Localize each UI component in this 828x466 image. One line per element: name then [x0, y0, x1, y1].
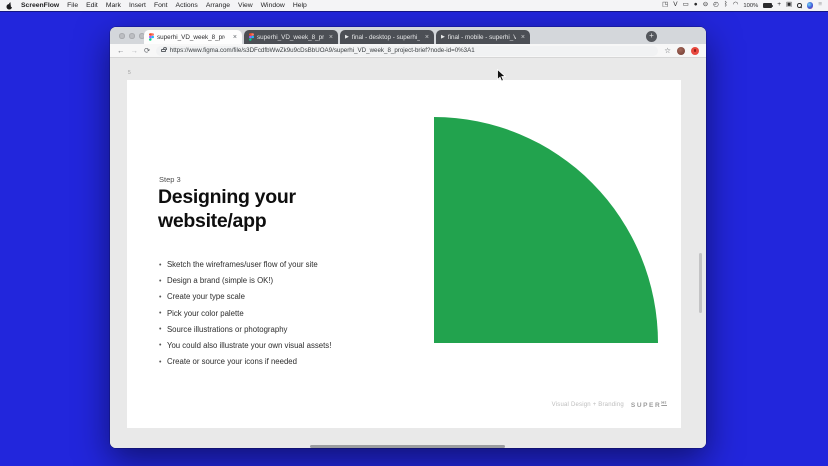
menu-file[interactable]: File: [67, 2, 78, 9]
tab-project-v2[interactable]: superhi_VD_week_8_project_v... ×: [244, 30, 338, 44]
play-icon: ▶: [441, 34, 445, 40]
close-tab-icon[interactable]: ×: [231, 34, 237, 41]
slide-title-line2: website/app: [158, 210, 296, 234]
tab-title: final - desktop - superhi_VI...: [352, 34, 420, 41]
slide-title-line1: Designing your: [158, 186, 296, 210]
airplay-icon[interactable]: ▣: [786, 2, 792, 9]
tab-final-mobile[interactable]: ▶ final - mobile - superhi_VD... ×: [436, 30, 530, 44]
close-window-button[interactable]: [119, 33, 125, 39]
tab-title: superhi_VD_week_8_project-...: [157, 34, 225, 41]
spotlight-search-icon[interactable]: [797, 3, 802, 8]
slide-title: Designing your website/app: [158, 186, 296, 233]
do-not-disturb-icon[interactable]: ⊖: [703, 2, 708, 9]
bullet-item: Create your type scale: [159, 292, 331, 308]
apple-icon[interactable]: [6, 2, 13, 10]
frame-label[interactable]: 5: [128, 70, 131, 76]
new-tab-button[interactable]: +: [646, 31, 657, 42]
browser-window: superhi_VD_week_8_project-... × superhi: [110, 27, 706, 448]
slide-footer: Visual Design + Branding SUPERHI: [127, 400, 667, 409]
display-icon[interactable]: ▭: [683, 2, 689, 9]
toolbar: ← → ⟳ https://www.figma.com/file/s3DFcdf…: [110, 44, 706, 58]
desktop: ScreenFlow File Edit Mark Insert Font Ac…: [0, 0, 828, 466]
plus-icon[interactable]: +: [777, 2, 781, 9]
window-controls: [119, 33, 145, 39]
dot-status-icon[interactable]: ●: [694, 2, 698, 9]
slide-frame: Step 3 Designing your website/app Sketch…: [127, 80, 681, 428]
tab-title: superhi_VD_week_8_project_v...: [257, 34, 324, 41]
figma-icon: [149, 30, 154, 44]
battery-icon[interactable]: [763, 3, 772, 8]
back-button[interactable]: ←: [117, 47, 125, 55]
minimize-window-button[interactable]: [129, 33, 135, 39]
quarter-circle-shape: [434, 117, 658, 343]
bullet-item: Design a brand (simple is OK!): [159, 276, 331, 292]
vpn-icon[interactable]: V: [673, 2, 677, 9]
close-tab-icon[interactable]: ×: [327, 34, 333, 41]
menu-insert[interactable]: Insert: [129, 2, 146, 9]
figma-icon: [249, 30, 254, 44]
close-tab-icon[interactable]: ×: [423, 34, 429, 41]
reload-button[interactable]: ⟳: [144, 47, 150, 55]
menu-arrange[interactable]: Arrange: [206, 2, 230, 9]
url-text: https://www.figma.com/file/s3DFcdfbWwZk9…: [170, 47, 475, 54]
vertical-scrollbar[interactable]: [699, 253, 702, 313]
bullet-item: Pick your color palette: [159, 309, 331, 325]
profile-avatar[interactable]: [677, 47, 685, 55]
record-extension-icon[interactable]: [691, 47, 699, 55]
lock-icon: [161, 49, 166, 53]
mouse-cursor: [497, 69, 506, 87]
menu-view[interactable]: View: [238, 2, 253, 9]
forward-button[interactable]: →: [131, 47, 139, 55]
bookmark-star-icon[interactable]: ☆: [664, 46, 671, 55]
bullet-item: Source illustrations or photography: [159, 325, 331, 341]
bluetooth-icon[interactable]: ᛒ: [724, 2, 728, 9]
address-bar[interactable]: https://www.figma.com/file/s3DFcdfbWwZk9…: [156, 46, 658, 56]
close-tab-icon[interactable]: ×: [519, 34, 525, 41]
tab-title: final - mobile - superhi_VD...: [448, 34, 516, 41]
superhi-logo: SUPERHI: [631, 400, 667, 409]
menu-mark[interactable]: Mark: [106, 2, 121, 9]
siri-icon[interactable]: [807, 2, 814, 9]
horizontal-scrollbar[interactable]: [310, 445, 505, 448]
display-capture-icon[interactable]: ◳: [662, 2, 668, 9]
tab-strip: superhi_VD_week_8_project-... × superhi: [110, 27, 706, 44]
tab-final-desktop[interactable]: ▶ final - desktop - superhi_VI... ×: [340, 30, 434, 44]
bullet-item: Create or source your icons if needed: [159, 357, 331, 373]
menu-help[interactable]: Help: [293, 2, 307, 9]
step-label: Step 3: [159, 175, 181, 184]
menu-edit[interactable]: Edit: [86, 2, 98, 9]
footer-course-label: Visual Design + Branding: [552, 402, 624, 408]
figma-canvas[interactable]: 5 Step 3 Designing your website/app Sket…: [110, 59, 706, 448]
bullet-item: You could also illustrate your own visua…: [159, 341, 331, 357]
menu-font[interactable]: Font: [154, 2, 168, 9]
wifi-icon[interactable]: ◠: [733, 2, 739, 9]
switcher-icon[interactable]: ≡: [818, 2, 822, 9]
clock-icon[interactable]: ◴: [713, 2, 719, 9]
bullet-item: Sketch the wireframes/user flow of your …: [159, 260, 331, 276]
menu-bar: ScreenFlow File Edit Mark Insert Font Ac…: [0, 0, 828, 11]
bullet-list: Sketch the wireframes/user flow of your …: [159, 260, 331, 373]
battery-percentage: 100%: [743, 3, 758, 9]
play-icon: ▶: [345, 34, 349, 40]
tabs: superhi_VD_week_8_project-... × superhi: [144, 30, 530, 44]
menu-window[interactable]: Window: [261, 2, 285, 9]
menu-actions[interactable]: Actions: [176, 2, 198, 9]
tab-project-brief[interactable]: superhi_VD_week_8_project-... ×: [144, 30, 242, 44]
menu-app-name[interactable]: ScreenFlow: [21, 2, 59, 9]
